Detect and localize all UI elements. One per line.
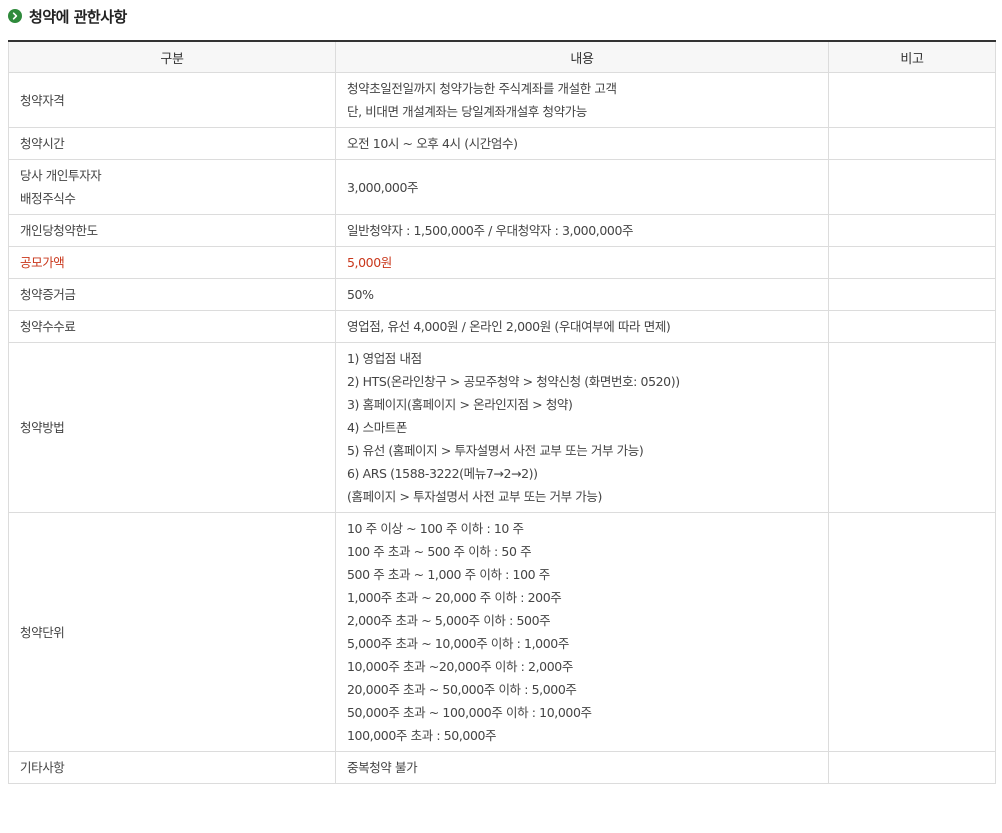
section-title: 청약에 관한사항: [29, 7, 127, 26]
row-content-cell: 영업점, 유선 4,000원 / 온라인 2,000원 (우대여부에 따라 면제…: [335, 310, 829, 343]
row-label-cell: 기타사항: [8, 751, 336, 784]
row-note-cell: [828, 72, 996, 128]
row-note-cell: [828, 278, 996, 311]
row-label-cell: 청약수수료: [8, 310, 336, 343]
row-note-cell: [828, 310, 996, 343]
table-row: 청약수수료 영업점, 유선 4,000원 / 온라인 2,000원 (우대여부에 …: [8, 310, 996, 343]
row-content-line: 20,000주 초과 ~ 50,000주 이하 : 5,000주: [347, 682, 577, 697]
row-content-cell: 1) 영업점 내점 2) HTS(온라인창구 > 공모주청약 > 청약신청 (화면…: [335, 342, 829, 513]
table-row: 청약자격 청약초일전일까지 청약가능한 주식계좌를 개설한 고객단, 비대면 개설…: [8, 72, 996, 128]
row-label: 청약수수료: [20, 319, 76, 334]
row-content-cell: 50%: [335, 278, 829, 311]
row-content-cell: 10 주 이상 ~ 100 주 이하 : 10 주 100 주 초과 ~ 500 …: [335, 512, 829, 752]
row-content-line: 단, 비대면 개설계좌는 당일계좌개설후 청약가능: [347, 104, 587, 119]
row-content-line: 2) HTS(온라인창구 > 공모주청약 > 청약신청 (화면번호: 0520)…: [347, 374, 680, 389]
row-content-cell: 5,000원: [335, 246, 829, 279]
row-label: 청약시간: [20, 136, 65, 151]
row-content-line: 100 주 초과 ~ 500 주 이하 : 50 주: [347, 544, 532, 559]
section-header: 청약에 관한사항: [8, 5, 127, 27]
table-body: 청약자격 청약초일전일까지 청약가능한 주식계좌를 개설한 고객단, 비대면 개설…: [8, 72, 996, 784]
row-label: 청약증거금: [20, 287, 76, 302]
row-content-line: 50,000주 초과 ~ 100,000주 이하 : 10,000주: [347, 705, 592, 720]
row-content-line: 10 주 이상 ~ 100 주 이하 : 10 주: [347, 521, 524, 536]
row-label: 기타사항: [20, 760, 65, 775]
row-label: 청약방법: [20, 420, 65, 435]
row-label: 개인당청약한도: [20, 223, 98, 238]
row-label-cell: 청약증거금: [8, 278, 336, 311]
row-content-line: 영업점, 유선 4,000원 / 온라인 2,000원 (우대여부에 따라 면제…: [347, 319, 671, 334]
row-content-cell: 일반청약자 : 1,500,000주 / 우대청약자 : 3,000,000주: [335, 214, 829, 247]
row-content-line: 50%: [347, 287, 374, 302]
row-content-line: 1) 영업점 내점: [347, 351, 422, 366]
row-content-line: 2,000주 초과 ~ 5,000주 이하 : 500주: [347, 613, 551, 628]
row-note-cell: [828, 751, 996, 784]
row-content-cell: 오전 10시 ~ 오후 4시 (시간엄수): [335, 127, 829, 160]
row-note-cell: [828, 214, 996, 247]
row-content-line: 6) ARS (1588-3222(메뉴7→2→2)): [347, 466, 538, 481]
row-label-cell: 당사 개인투자자배정주식수: [8, 159, 336, 215]
table-row: 청약방법 1) 영업점 내점 2) HTS(온라인창구 > 공모주청약 > 청약신청…: [8, 342, 996, 513]
row-content-line: 중복청약 불가: [347, 760, 418, 775]
table-row: 청약증거금 50%: [8, 278, 996, 311]
table-row: 기타사항 중복청약 불가: [8, 751, 996, 784]
row-label-cell: 청약자격: [8, 72, 336, 128]
row-content-line: (홈페이지 > 투자설명서 사전 교부 또는 거부 가능): [347, 489, 602, 504]
table-row: 개인당청약한도 일반청약자 : 1,500,000주 / 우대청약자 : 3,00…: [8, 214, 996, 247]
table-row: 청약시간 오전 10시 ~ 오후 4시 (시간엄수): [8, 127, 996, 160]
row-content-line: 500 주 초과 ~ 1,000 주 이하 : 100 주: [347, 567, 550, 582]
row-content-line: 5) 유선 (홈페이지 > 투자설명서 사전 교부 또는 거부 가능): [347, 443, 644, 458]
row-content-line: 100,000주 초과 : 50,000주: [347, 728, 497, 743]
row-label-cell: 청약시간: [8, 127, 336, 160]
row-label: 배정주식수: [20, 191, 76, 206]
row-content-line: 청약초일전일까지 청약가능한 주식계좌를 개설한 고객: [347, 81, 617, 96]
header-content: 내용: [335, 41, 829, 73]
row-note-cell: [828, 246, 996, 279]
row-content-line: 1,000주 초과 ~ 20,000 주 이하 : 200주: [347, 590, 562, 605]
header-note: 비고: [828, 41, 996, 73]
subscription-info-table: 구분 내용 비고 청약자격 청약초일전일까지 청약가능한 주식계좌를 개설한 고객…: [8, 40, 996, 784]
row-note-cell: [828, 342, 996, 513]
row-label: 당사 개인투자자: [20, 168, 102, 183]
row-note-cell: [828, 512, 996, 752]
table-row: 청약단위 10 주 이상 ~ 100 주 이하 : 10 주 100 주 초과 ~ …: [8, 512, 996, 752]
row-content-cell: 청약초일전일까지 청약가능한 주식계좌를 개설한 고객단, 비대면 개설계좌는 …: [335, 72, 829, 128]
row-label: 청약단위: [20, 624, 65, 640]
row-content-line: 오전 10시 ~ 오후 4시 (시간엄수): [347, 136, 518, 151]
table-row: 공모가액 5,000원: [8, 246, 996, 279]
row-note-cell: [828, 159, 996, 215]
row-label: 공모가액: [20, 255, 65, 270]
row-content-line: 3,000,000주: [347, 179, 419, 195]
row-content-cell: 중복청약 불가: [335, 751, 829, 784]
row-content-line: 10,000주 초과 ~20,000주 이하 : 2,000주: [347, 659, 573, 674]
row-content-line: 일반청약자 : 1,500,000주 / 우대청약자 : 3,000,000주: [347, 223, 634, 238]
row-label-cell: 개인당청약한도: [8, 214, 336, 247]
row-content-line: 4) 스마트폰: [347, 420, 408, 435]
table-row: 당사 개인투자자배정주식수 3,000,000주: [8, 159, 996, 215]
row-label-cell: 청약단위: [8, 512, 336, 752]
row-content-cell: 3,000,000주: [335, 159, 829, 215]
row-content-line: 5,000주 초과 ~ 10,000주 이하 : 1,000주: [347, 636, 569, 651]
row-label: 청약자격: [20, 92, 65, 108]
header-category: 구분: [8, 41, 336, 73]
row-content-line: 3) 홈페이지(홈페이지 > 온라인지점 > 청약): [347, 397, 573, 412]
row-content-line: 5,000원: [347, 255, 392, 270]
chevron-right-icon: [8, 9, 22, 23]
row-note-cell: [828, 127, 996, 160]
table-header-row: 구분 내용 비고: [8, 41, 996, 73]
row-label-cell: 청약방법: [8, 342, 336, 513]
row-label-cell: 공모가액: [8, 246, 336, 279]
